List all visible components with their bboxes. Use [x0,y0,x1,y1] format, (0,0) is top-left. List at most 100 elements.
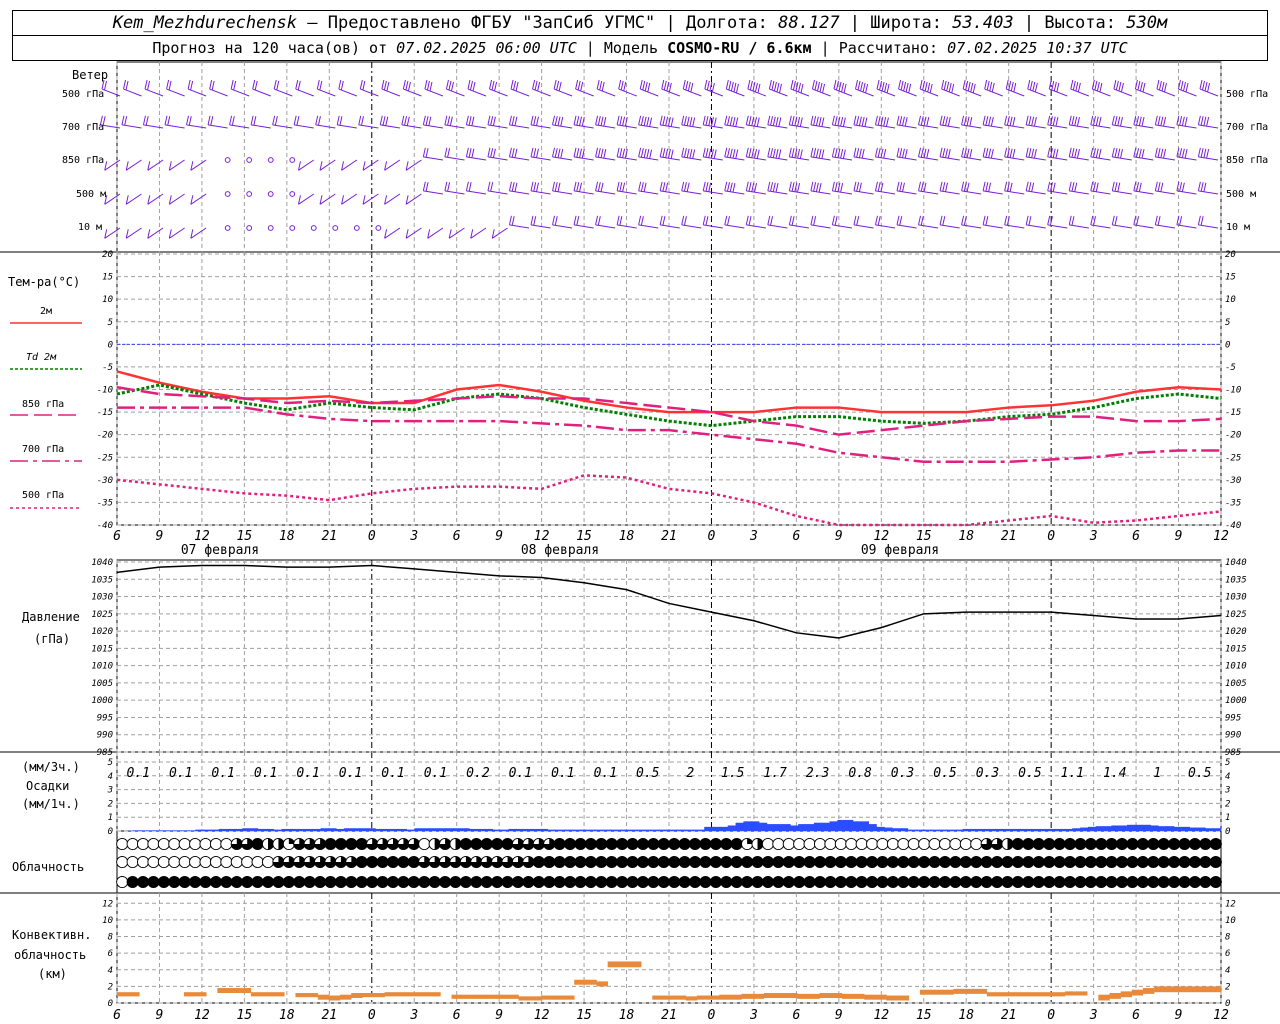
wind-barb [293,115,314,129]
wind-calm-marker [224,157,231,163]
pressure-ytick-left: 1015 [91,644,113,654]
cloud-cover-circle [1063,837,1077,851]
precip-bar [140,830,149,831]
cloud-cover-circle [1043,855,1056,869]
wind-barb [252,79,271,97]
conv-title2: облачность [14,948,87,962]
wind-barb [1091,79,1111,97]
wind-calm-marker [224,191,231,197]
precip-3h-label: 0.1 [254,766,277,781]
wind-barb [876,79,896,97]
day-label: 07 февраля [181,543,259,558]
conv-cloud-bar [886,995,898,1001]
cloud-cover-circle [897,875,910,889]
precip-bar [328,828,337,831]
cloud-cover-circle [428,875,441,889]
cloud-cover-circle [980,875,993,889]
cloud-cover-circle [491,837,504,851]
wind-barb [487,181,508,195]
conv-xtick: 0 [708,1008,716,1023]
wind-barb [1176,215,1197,229]
cloud-cover-circle [1136,855,1149,869]
wind-level-label: 850 гПа [62,155,105,166]
cloud-cover-circle [761,875,774,889]
cloud-cover-circle [772,837,785,851]
precip-bar [1166,826,1175,831]
wind-barb [424,79,444,97]
cloud-cover-circle [126,875,139,889]
temp-ytick-left: -30 [97,476,113,486]
cloud-cover-circle [720,855,733,869]
conv-cloud-bar [774,993,787,999]
conv-cloud-bar [1209,986,1222,993]
temp-xtick: 21 [661,529,677,544]
cloud-cover-circle [564,875,577,889]
precip-bar [383,828,392,831]
cloud-cover-circle [720,875,733,889]
cloud-cover-circle [1126,837,1139,851]
precip-bar [899,828,909,831]
conv-cloud-bar [585,979,597,985]
cloud-cover-circle [928,837,941,851]
wind-barb [831,181,853,195]
cloud-cover-circle [397,875,410,889]
cloud-cover-circle [741,855,754,869]
wind-barb [896,115,917,129]
wind-barb [465,147,487,161]
wind-barb [250,115,271,129]
precip-3h-label: 1.1 [1061,766,1084,781]
temp-ytick-right: -30 [1225,476,1241,486]
wind-barb [874,147,896,161]
cloud-cover-circle [959,875,972,889]
precip-bar [923,829,932,831]
wind-barb [190,193,207,205]
conv-ytick-right: 12 [1225,899,1236,909]
precip-bar [876,826,885,831]
cloud-cover-circle [1116,837,1129,851]
cloud-cover-circle [970,837,983,851]
wind-barb [831,215,853,229]
conv-xtick: 0 [368,1008,376,1023]
conv-ytick-left: 2 [108,982,113,992]
conv-cloud-bar [485,994,497,999]
pressure-ytick-left: 1005 [91,679,113,689]
precip-bar [578,829,588,831]
cloud-cover-circle [418,837,431,851]
wind-barb [982,147,1003,161]
cloud-cover-circle [751,855,764,869]
temp-xtick: 12 [534,529,550,544]
precip-bar [1033,828,1042,831]
conv-xtick: 6 [453,1008,461,1023]
wind-barb [359,79,379,97]
precip-bar [226,828,235,831]
cloud-cover-circle [189,875,202,889]
wind-barb [444,147,465,161]
precip-bar [195,829,204,831]
wind-barb [833,79,853,97]
cloud-cover-circle [282,875,295,889]
precip-bar [610,829,619,831]
cloud-cover-circle [938,855,952,869]
wind-barb [341,193,358,205]
conv-cloud-bar [473,994,486,999]
precip-bar [1189,827,1198,831]
precip-bar [892,828,901,831]
wind-barb [659,147,680,161]
wind-calm-marker [246,191,253,197]
pressure-ytick-left: 995 [97,713,113,723]
wind-barb [595,147,616,161]
cloud-cover-circle [1074,875,1087,889]
precip-bar [672,829,682,831]
pressure-ytick-right: 1030 [1225,593,1247,603]
conv-cloud-bar [1031,992,1043,997]
precip-bar [312,828,321,831]
cloud-cover-circle [991,875,1004,889]
conv-cloud-bar [1009,992,1021,997]
cloud-cover-circle [355,875,368,889]
precip-bar [508,828,517,831]
wind-barb [768,79,788,97]
precip-bar [735,822,744,831]
temp-xtick: 0 [708,529,716,544]
cloud-cover-circle [709,837,722,851]
precip-bar [492,829,501,831]
